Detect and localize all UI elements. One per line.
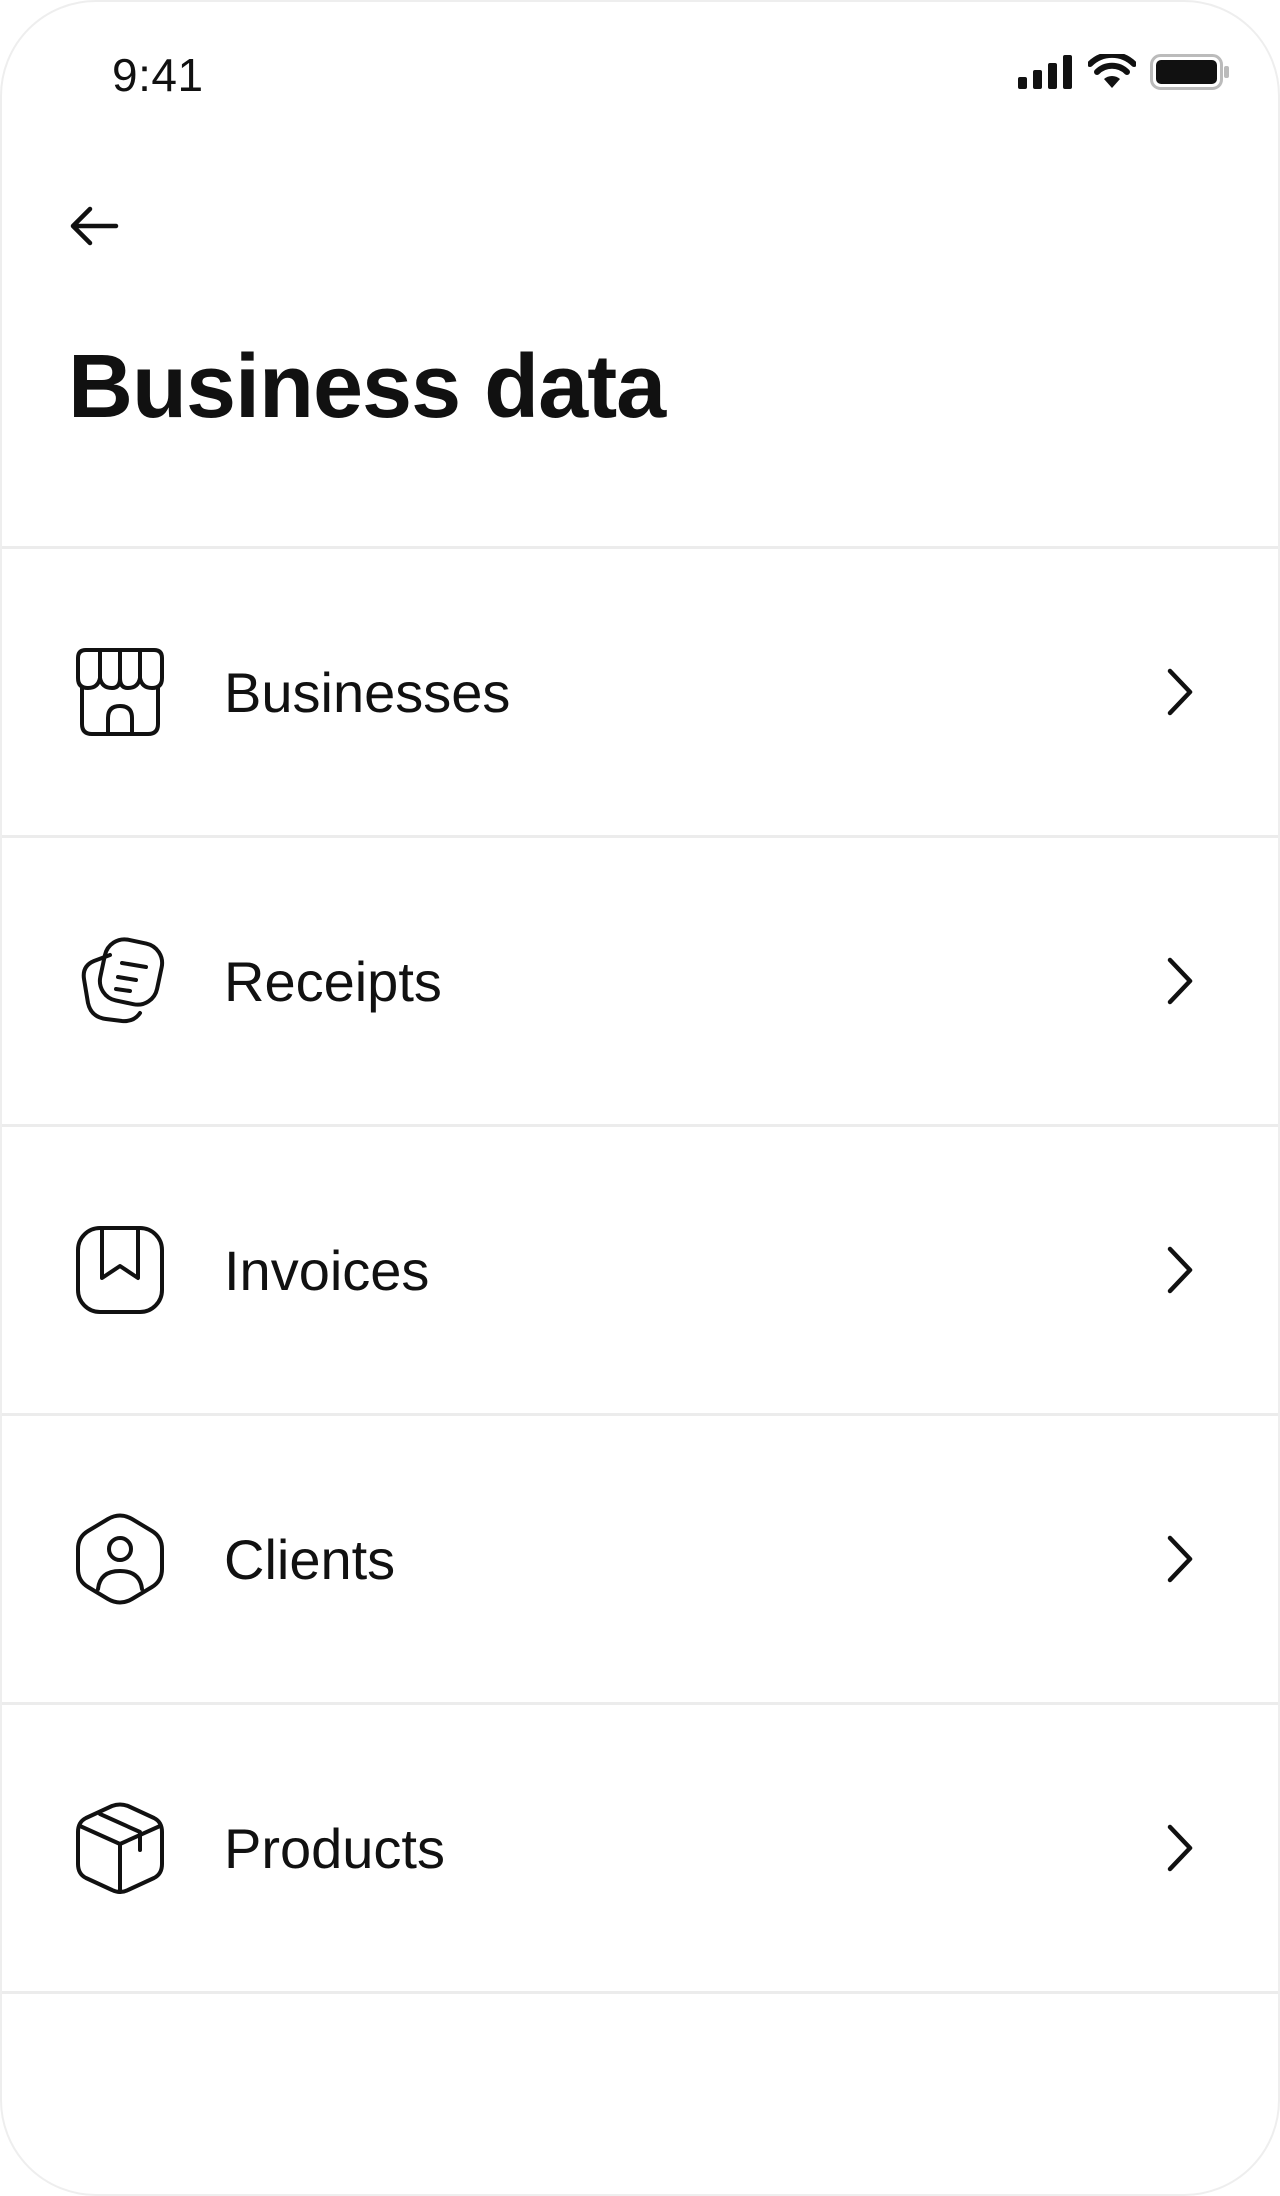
chevron-right-icon (1158, 1820, 1202, 1876)
menu-item-clients[interactable]: Clients (2, 1416, 1278, 1705)
receipt-cards-icon (70, 931, 170, 1031)
menu-item-label: Products (224, 1816, 445, 1880)
cellular-signal-icon (1018, 55, 1074, 89)
menu-item-receipts[interactable]: Receipts (2, 838, 1278, 1127)
chevron-right-icon (1158, 953, 1202, 1009)
menu-item-label: Invoices (224, 1238, 430, 1302)
page-title: Business data (68, 337, 666, 437)
menu-item-label: Clients (224, 1527, 396, 1591)
status-time: 9:41 (112, 49, 204, 101)
menu-item-invoices[interactable]: Invoices (2, 1127, 1278, 1416)
chevron-right-icon (1158, 1242, 1202, 1298)
wifi-icon (1088, 54, 1136, 90)
user-hexagon-icon (70, 1509, 170, 1609)
menu-item-businesses[interactable]: Businesses (2, 549, 1278, 838)
menu-item-products[interactable]: Products (2, 1705, 1278, 1994)
invoice-bookmark-icon (70, 1220, 170, 1320)
back-button[interactable] (58, 190, 130, 262)
arrow-left-icon (66, 198, 122, 254)
status-icons (1018, 54, 1230, 90)
phone-screen: 9:41 Business data Businesses Receipts I… (0, 0, 1280, 2196)
chevron-right-icon (1158, 1531, 1202, 1587)
battery-icon (1150, 54, 1230, 90)
menu-list: Businesses Receipts Invoices Clients Pro… (2, 546, 1278, 1994)
menu-item-label: Businesses (224, 660, 511, 724)
chevron-right-icon (1158, 664, 1202, 720)
menu-item-label: Receipts (224, 949, 442, 1013)
package-box-icon (70, 1798, 170, 1898)
status-bar: 9:41 (2, 2, 1278, 152)
storefront-icon (70, 642, 170, 742)
